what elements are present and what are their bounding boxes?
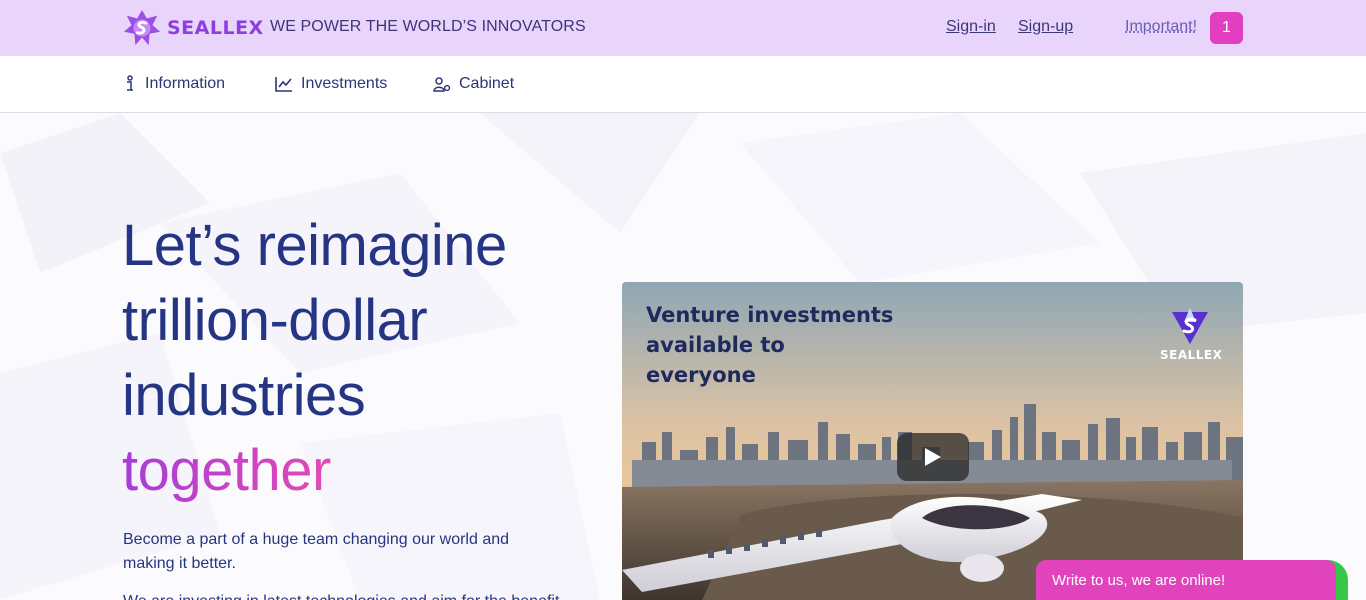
important-link[interactable]: Important! <box>1125 18 1197 36</box>
nav-item-label: Information <box>145 75 226 92</box>
video-caption-line-2: available to <box>646 333 785 357</box>
user-gear-icon <box>433 77 451 92</box>
brand-name: SEALLEX <box>167 17 264 39</box>
nav-item-cabinet[interactable]: Cabinet <box>433 73 514 95</box>
sign-in-link[interactable]: Sign-in <box>946 18 996 36</box>
chat-widget-button[interactable]: Write to us, we are online! <box>1036 560 1336 600</box>
hero-description: Become a part of a huge team changing ou… <box>123 531 510 572</box>
hero-description-continued: We are investing in latest technologies … <box>123 590 583 600</box>
hero-heading-highlight: together <box>122 433 331 508</box>
video-watermark-logo: SEALLEX <box>1160 308 1223 362</box>
seallex-logo-icon <box>123 9 161 46</box>
nav-item-information[interactable]: Information <box>123 73 225 95</box>
top-bar: SEALLEX WE POWER THE WORLD’S INNOVATORS … <box>0 0 1366 56</box>
play-button[interactable] <box>897 433 969 481</box>
hero-heading-line-2: trillion-dollar <box>122 288 428 353</box>
hero-heading-line-1: Let’s reimagine <box>122 213 507 278</box>
video-logo-text: SEALLEX <box>1160 348 1223 362</box>
hero-heading-line-3: industries <box>122 363 366 428</box>
info-icon <box>127 75 133 91</box>
nav-item-label: Cabinet <box>459 75 515 92</box>
seallex-logo-icon <box>1172 308 1208 344</box>
chart-line-icon <box>275 77 292 92</box>
sign-up-link[interactable]: Sign-up <box>1018 18 1073 36</box>
video-caption-line-1: Venture investments <box>646 303 894 327</box>
tagline: WE POWER THE WORLD’S INNOVATORS <box>270 18 586 35</box>
notification-badge[interactable]: 1 <box>1210 12 1243 44</box>
play-icon <box>925 448 941 466</box>
nav-item-investments[interactable]: Investments <box>275 73 387 95</box>
video-caption: Venture investments available to everyon… <box>646 300 893 390</box>
video-caption-line-3: everyone <box>646 363 756 387</box>
brand-logo[interactable]: SEALLEX <box>123 8 264 48</box>
main-nav: Information Investments Cabinet <box>0 56 1366 113</box>
nav-item-label: Investments <box>301 75 388 92</box>
